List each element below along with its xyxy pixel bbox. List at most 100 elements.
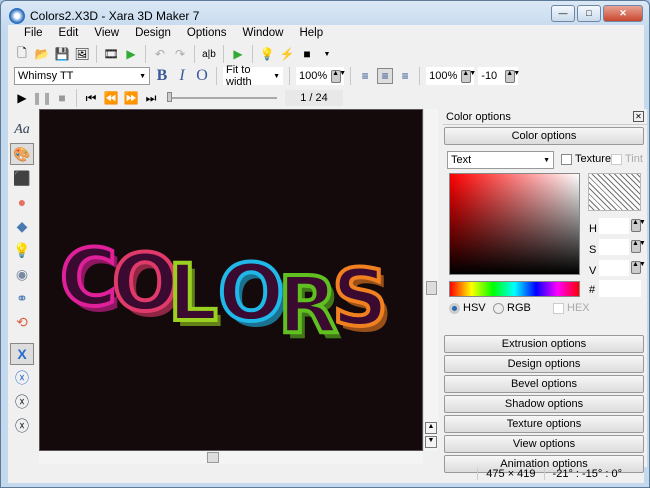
v-spin-icon[interactable]: ▲▼ <box>631 261 646 274</box>
size-stepper[interactable]: 100% ▲▼ <box>296 67 346 85</box>
hex-checkbox[interactable]: HEX <box>553 302 590 314</box>
3d-text-render: CC OOLL OORRSS <box>58 232 393 357</box>
last-frame-icon[interactable]: ⏭ <box>143 90 159 106</box>
frame-slider[interactable] <box>167 92 277 102</box>
animation-rotate-icon[interactable]: ⓧ <box>10 415 34 437</box>
menu-options[interactable]: Options <box>179 25 235 43</box>
letter-0: C <box>60 234 117 324</box>
menu-design[interactable]: Design <box>127 25 179 43</box>
bevel-options-button[interactable]: Bevel options <box>444 375 644 393</box>
fit-select[interactable]: Fit to width ▼ <box>223 64 283 88</box>
color-options-header[interactable]: Color options <box>444 127 644 145</box>
scroll-down-icon[interactable]: ▼ <box>425 436 437 448</box>
menu-help[interactable]: Help <box>291 25 331 43</box>
letter-5: S <box>332 254 388 344</box>
hsv-label: HSV <box>463 302 486 314</box>
align-left-icon[interactable]: ≡ <box>357 68 373 84</box>
undo-icon[interactable]: ↶ <box>152 46 168 62</box>
chevron-down-icon: ▼ <box>543 156 550 164</box>
menu-window[interactable]: Window <box>235 25 292 43</box>
dropdown-arrow-icon[interactable]: ▼ <box>319 46 335 62</box>
view-options-button[interactable]: View options <box>444 435 644 453</box>
horizontal-scrollbar[interactable] <box>39 451 423 464</box>
bevel-icon[interactable]: ● <box>10 191 34 213</box>
menu-view[interactable]: View <box>86 25 127 43</box>
next-frame-icon[interactable]: ⏩ <box>123 90 139 106</box>
background-icon[interactable]: ■ <box>299 46 315 62</box>
view-icon[interactable]: ⚭ <box>10 287 34 309</box>
menu-edit[interactable]: Edit <box>51 25 87 43</box>
play-icon[interactable]: ▶ <box>14 90 30 106</box>
align-center-icon[interactable]: ≡ <box>377 68 394 84</box>
animation-spin-icon[interactable]: ⓧ <box>10 367 34 389</box>
save-icon[interactable]: 💾 <box>54 46 70 62</box>
new-file-icon[interactable]: 🗋 <box>14 46 30 62</box>
light-bulb-icon[interactable]: 💡 <box>259 46 275 62</box>
design-options-button[interactable]: Design options <box>444 355 644 373</box>
h-spin-icon[interactable]: ▲▼ <box>631 219 646 232</box>
3d-canvas[interactable]: CCOOLLOORRSS <box>39 109 423 451</box>
rotate-icon[interactable]: ⟲ <box>10 311 34 333</box>
shadow-options-button[interactable]: Shadow options <box>444 395 644 413</box>
extrusion-options-button[interactable]: Extrusion options <box>444 335 644 353</box>
left-toolbar: Aa 🎨 ⬛ ● ◆ 💡 ◉ ⚭ ⟲ X ⓧ ⓧ ⓧ <box>8 117 36 439</box>
h-input[interactable] <box>599 218 629 234</box>
outline-button[interactable]: O <box>194 67 210 84</box>
font-value: Whimsy TT <box>18 70 74 82</box>
shadow-icon[interactable]: ◆ <box>10 215 34 237</box>
texture-checkbox[interactable]: Texture <box>561 153 611 165</box>
hex-label: HEX <box>567 302 590 314</box>
close-panel-icon[interactable]: ✕ <box>633 111 644 122</box>
minimize-button[interactable]: — <box>551 5 575 22</box>
lightning-icon[interactable]: ⚡ <box>279 46 295 62</box>
animation-swing-icon[interactable]: ⓧ <box>10 391 34 413</box>
redo-icon[interactable]: ↷ <box>172 46 188 62</box>
hex-input[interactable] <box>599 280 641 297</box>
lighting-icon[interactable]: 💡 <box>10 239 34 261</box>
export-play-icon[interactable]: ▶ <box>123 46 139 62</box>
line-spacing-value: 100% <box>429 70 458 82</box>
rgb-radio[interactable]: RGB <box>493 302 531 314</box>
pause-icon[interactable]: ❚❚ <box>32 90 52 106</box>
color-target-select[interactable]: Text ▼ <box>447 151 554 169</box>
tint-checkbox[interactable]: Tint <box>611 153 643 165</box>
scroll-up-icon[interactable]: ▲ <box>425 422 437 434</box>
extrusion-icon[interactable]: ⬛ <box>10 167 34 189</box>
export-animation-icon[interactable]: 🎞 <box>103 46 119 62</box>
maximize-button[interactable]: □ <box>577 5 601 22</box>
text-edit-icon[interactable]: a|b <box>201 46 217 62</box>
menu-file[interactable]: File <box>16 25 51 43</box>
export-image-icon[interactable]: 🖼 <box>74 46 90 62</box>
bold-button[interactable]: B <box>154 67 170 84</box>
line-spacing-stepper[interactable]: 100% ▲▼ <box>426 67 476 85</box>
spin-arrows-icon[interactable]: ▲▼ <box>331 69 346 83</box>
animation-play-icon[interactable]: ▶ <box>230 46 246 62</box>
color-palette-icon[interactable]: 🎨 <box>10 143 34 165</box>
animation-x-icon[interactable]: X <box>10 343 34 365</box>
text-tool-icon[interactable]: Aa <box>10 119 34 141</box>
s-spin-icon[interactable]: ▲▼ <box>631 240 646 253</box>
first-frame-icon[interactable]: ⏮ <box>83 90 99 106</box>
saturation-value-picker[interactable] <box>449 173 580 275</box>
s-input[interactable] <box>599 239 629 255</box>
chevron-down-icon: ▼ <box>139 72 146 80</box>
align-right-icon[interactable]: ≡ <box>397 68 413 84</box>
v-input[interactable] <box>599 260 629 276</box>
hex-hash-label: # <box>589 284 596 296</box>
menu-bar: File Edit View Design Options Window Hel… <box>8 25 331 43</box>
hsv-radio[interactable]: HSV <box>449 302 486 314</box>
hue-slider[interactable] <box>449 281 580 297</box>
open-folder-icon[interactable]: 📂 <box>34 46 50 62</box>
close-button[interactable]: ✕ <box>603 5 643 22</box>
font-select[interactable]: Whimsy TT ▼ <box>14 67 150 85</box>
texture-options-button[interactable]: Texture options <box>444 415 644 433</box>
italic-button[interactable]: I <box>174 67 190 84</box>
texture-icon[interactable]: ◉ <box>10 263 34 285</box>
spin-arrows-icon[interactable]: ▲▼ <box>461 69 476 83</box>
char-spacing-stepper[interactable]: -10 ▲▼ <box>478 67 520 85</box>
previous-frame-icon[interactable]: ⏪ <box>103 90 119 106</box>
stop-icon[interactable]: ■ <box>54 90 70 106</box>
spin-arrows-icon[interactable]: ▲▼ <box>505 69 520 83</box>
vertical-scrollbar[interactable]: ▲ ▼ <box>423 109 438 451</box>
size-value: 100% <box>299 70 328 82</box>
